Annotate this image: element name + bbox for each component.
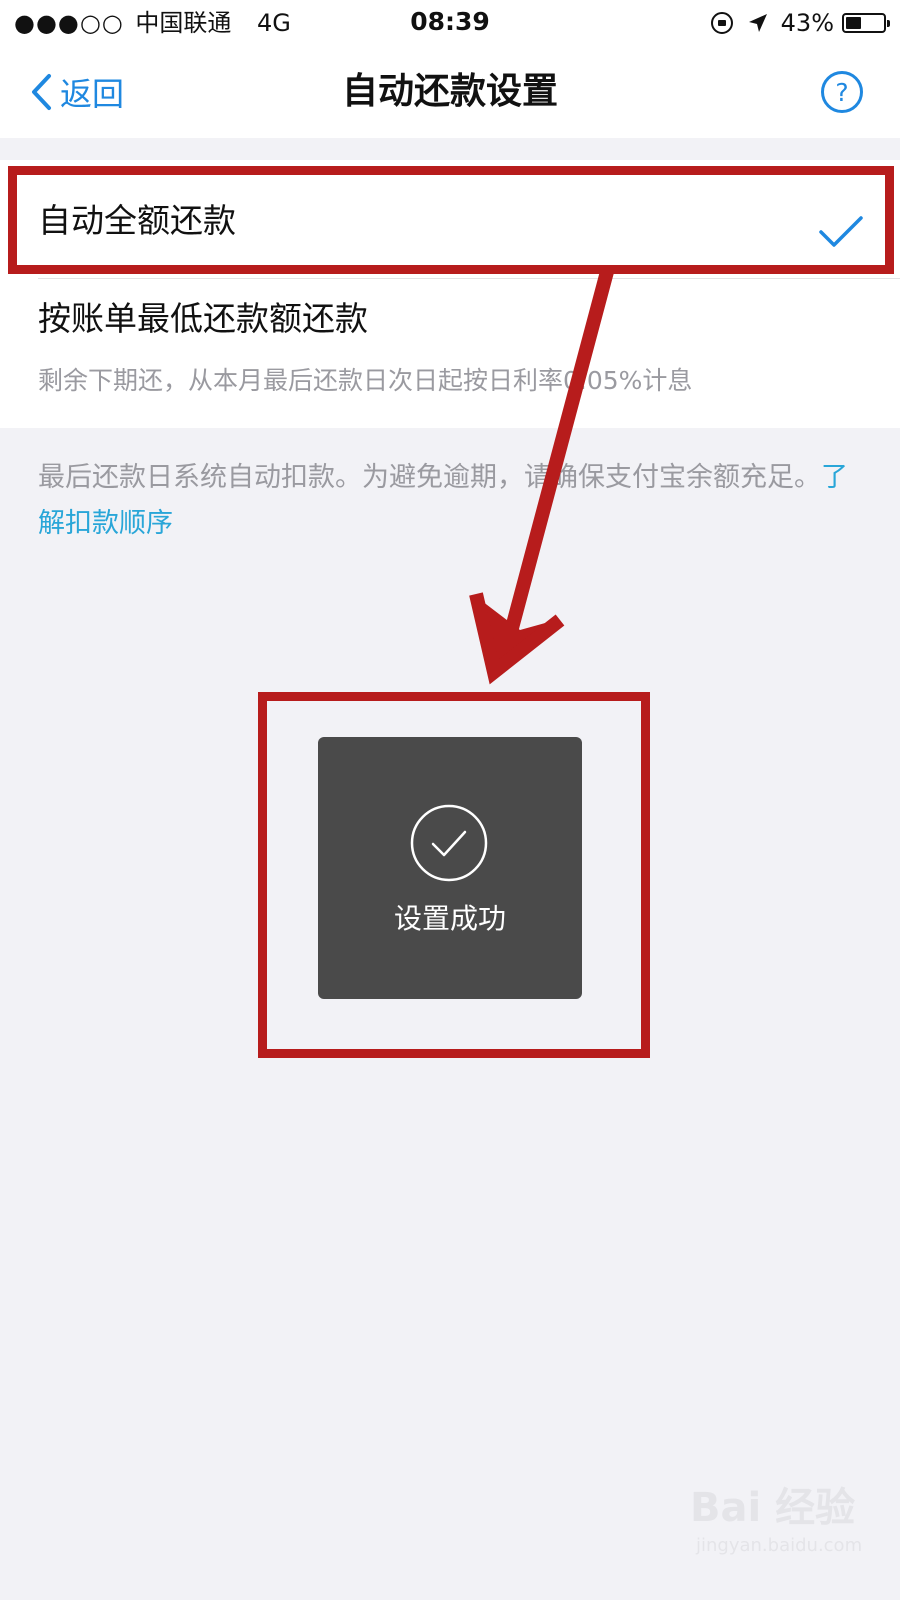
option-label: 按账单最低还款额还款 [38, 299, 368, 338]
question-circle-icon[interactable]: ? [820, 70, 864, 114]
option-minimum-repayment[interactable]: 按账单最低还款额还款 剩余下期还，从本月最后还款日次日起按日利率0.05%计息 [0, 280, 900, 428]
repayment-notice: 最后还款日系统自动扣款。为避免逾期，请确保支付宝余额充足。了解扣款顺序 [38, 455, 858, 547]
check-circle-icon [410, 804, 488, 882]
baidu-watermark-logo: Bai 经验 jingyan.baidu.com [690, 1475, 890, 1585]
status-right: 43% [710, 6, 890, 40]
option-label: 自动全额还款 [38, 201, 236, 240]
option-full-repayment[interactable]: 自动全额还款 [0, 160, 900, 272]
option-description: 剩余下期还，从本月最后还款日次日起按日利率0.05%计息 [38, 366, 693, 395]
battery-percent: 43% [780, 9, 834, 37]
watermark-logo-text: Bai 经验 [690, 1485, 856, 1531]
success-toast: 设置成功 [318, 737, 582, 999]
status-bar: ●●●○○ 中国联通 4G 08:39 43% [0, 0, 900, 46]
repayment-options-list: 自动全额还款 按账单最低还款额还款 剩余下期还，从本月最后还款日次日起按日利率0… [0, 160, 900, 428]
rotation-lock-icon [710, 12, 733, 34]
notice-text: 最后还款日系统自动扣款。为避免逾期，请确保支付宝余额充足。 [38, 462, 821, 493]
divider [38, 278, 900, 279]
nav-bar: 返回 自动还款设置 ? [0, 46, 900, 138]
battery-icon [842, 13, 890, 33]
watermark-url: jingyan.baidu.com [696, 1535, 863, 1556]
page-title: 自动还款设置 [341, 71, 558, 112]
toast-message: 设置成功 [393, 902, 506, 935]
checkmark-icon [819, 216, 863, 247]
location-arrow-icon [748, 14, 767, 32]
svg-text:?: ? [835, 78, 848, 107]
battery-level-fill [846, 17, 861, 29]
